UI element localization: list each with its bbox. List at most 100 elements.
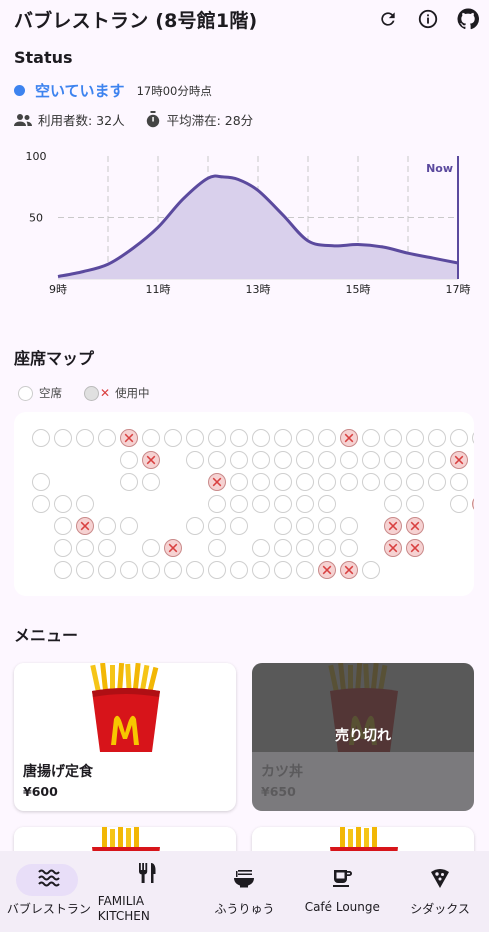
seat-free [296, 517, 314, 535]
menu-card-sold-out[interactable]: 売り切れ カツ丼 ¥650 [252, 663, 474, 811]
seat-map-card[interactable] [14, 412, 474, 596]
people-icon [14, 113, 32, 127]
seat-free [54, 561, 72, 579]
seat-occupied [406, 517, 424, 535]
seat-free [120, 451, 138, 469]
seat-free [54, 517, 72, 535]
seat-free [384, 429, 402, 447]
status-state: 空いています [35, 82, 125, 100]
seat-free [406, 451, 424, 469]
seat-occupied [208, 473, 226, 491]
seat-free [98, 561, 116, 579]
nav-label-line2: KITCHEN [97, 909, 150, 923]
seat-free [230, 495, 248, 513]
seat-free [164, 429, 182, 447]
nav-label: Café Lounge [304, 900, 380, 914]
nav-item-shidax[interactable]: シダックス [391, 851, 489, 932]
stats-row: 利用者数: 32人 平均滞在: 28分 [14, 110, 253, 129]
refresh-icon[interactable] [375, 6, 401, 32]
seat-occupied [340, 561, 358, 579]
seat-occupied [450, 451, 468, 469]
nav-item-bab-restaurant[interactable]: バブレストラン [0, 851, 98, 932]
seat-free [472, 432, 474, 444]
seat-free [120, 561, 138, 579]
sold-out-label: 売り切れ [335, 728, 391, 744]
page-title: バブレストラン (8号館1階) [14, 9, 258, 32]
seat-occupied [164, 539, 182, 557]
waves-icon [0, 867, 98, 889]
ramen-bowl-icon [196, 867, 294, 889]
seat-free [98, 429, 116, 447]
status-timestamp: 17時00分時点 [136, 83, 212, 98]
seat-occupied [142, 451, 160, 469]
average-stay: 平均滞在: 28分 [166, 113, 254, 128]
seat-free [54, 429, 72, 447]
seat-free [362, 429, 380, 447]
nav-item-furyu[interactable]: ふうりゅう [196, 851, 294, 932]
seat-free [208, 429, 226, 447]
seat-free [142, 473, 160, 491]
seat-occupied [406, 539, 424, 557]
seat-map-heading: 座席マップ [14, 349, 95, 368]
seat-free [252, 429, 270, 447]
seat-free [230, 561, 248, 579]
seat-free [318, 495, 336, 513]
seat-free [406, 473, 424, 491]
github-icon[interactable] [455, 6, 481, 32]
x-tick-label: 17時 [446, 283, 471, 296]
seat-free [186, 517, 204, 535]
seat-free [142, 539, 160, 557]
seat-free [384, 451, 402, 469]
app-bar: バブレストラン (8号館1階) [0, 0, 489, 38]
seat-free [450, 495, 468, 513]
seat-free [274, 517, 292, 535]
status-dot [14, 85, 25, 96]
seat-free [164, 561, 182, 579]
nav-label: シダックス [410, 902, 470, 916]
seat-free [208, 561, 226, 579]
coffee-cup-icon [293, 867, 391, 889]
seat-free [274, 561, 292, 579]
now-label: Now [426, 162, 453, 175]
seat-free [296, 451, 314, 469]
seat-free [208, 495, 226, 513]
seat-occupied [120, 429, 138, 447]
seat-free [340, 517, 358, 535]
seat-free [186, 561, 204, 579]
seat-free [384, 473, 402, 491]
seat-free [296, 495, 314, 513]
free-seat-swatch [18, 385, 33, 401]
seat-free [230, 517, 248, 535]
seat-free [142, 429, 160, 447]
seat-free [318, 429, 336, 447]
seat-free [274, 473, 292, 491]
seat-free [318, 539, 336, 557]
seat-legend: 空席 ✕ 使用中 [18, 385, 150, 401]
seat-free [296, 429, 314, 447]
nav-item-cafe-lounge[interactable]: Café Lounge [293, 851, 391, 932]
seat-free [230, 473, 248, 491]
seat-free [362, 451, 380, 469]
info-icon[interactable] [415, 6, 441, 32]
seat-occupied [76, 517, 94, 535]
seat-free [230, 429, 248, 447]
seat-free [54, 539, 72, 557]
used-seat-swatch [84, 385, 99, 401]
seat-free [296, 561, 314, 579]
menu-card[interactable]: 唐揚げ定食 ¥600 [14, 663, 236, 811]
nav-label-line1: FAMILIA [97, 894, 145, 908]
seat-grid [32, 429, 474, 579]
status-row: 空いています 17時00分時点 [14, 80, 212, 101]
menu-heading: メニュー [14, 626, 79, 645]
seat-free [54, 495, 72, 513]
nav-label: バブレストラン [6, 902, 91, 916]
seat-free [428, 473, 446, 491]
x-tick-label: 13時 [246, 283, 271, 296]
nav-item-familia-kitchen[interactable]: FAMILIA KITCHEN [98, 851, 196, 932]
seat-occupied [384, 517, 402, 535]
x-tick-label: 9時 [49, 283, 67, 296]
menu-item-price: ¥650 [261, 784, 296, 799]
seat-occupied [472, 498, 474, 510]
x-tick-label: 15時 [346, 283, 371, 296]
seat-free [208, 517, 226, 535]
